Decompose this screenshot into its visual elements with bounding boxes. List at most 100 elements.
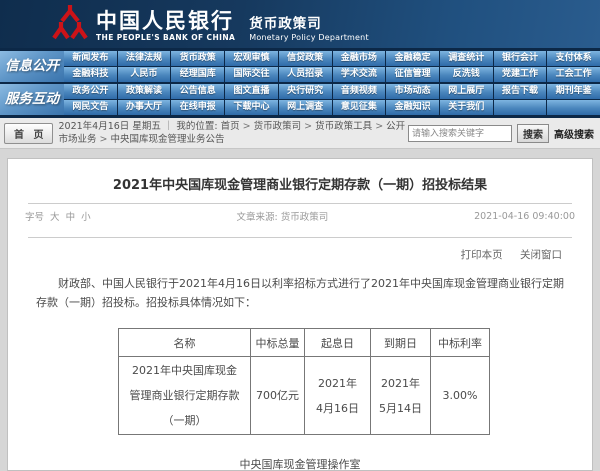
nav-item[interactable]: 央行研究: [279, 84, 332, 99]
table-header-cell: 中标总量: [251, 329, 305, 357]
font-size-medium[interactable]: 中: [66, 212, 76, 223]
breadcrumb-separator: >: [301, 121, 315, 132]
advanced-search-link[interactable]: 高级搜索: [554, 126, 594, 141]
nav-item[interactable]: 支付体系: [547, 51, 600, 66]
nav-item[interactable]: 国际交往: [225, 67, 278, 82]
nav-item[interactable]: 新闻发布: [64, 51, 117, 66]
nav-item[interactable]: 货币政策: [171, 51, 224, 66]
department-name-cn: 货币政策司: [249, 17, 369, 32]
signature: 中央国库现金管理操作室: [8, 456, 592, 471]
breadcrumb-bar: 首 页 2021年4月16日 星期五 ｜ 我的位置: 首页 > 货币政策司 > …: [0, 118, 600, 149]
bank-name-cn: 中国人民银行: [96, 10, 235, 32]
nav-item[interactable]: 期刊年鉴: [547, 84, 600, 99]
close-window-link[interactable]: 关闭窗口: [520, 249, 562, 261]
search-area: 搜索 高级搜索: [408, 124, 594, 143]
nav-item[interactable]: 下载中心: [225, 100, 278, 115]
date-text: 2021年4月16日 星期五: [58, 121, 160, 132]
nav-item[interactable]: 经理国库: [171, 67, 224, 82]
font-size-label: 字号: [25, 212, 44, 223]
nav-item[interactable]: 人员招录: [279, 67, 332, 82]
article-datetime: 2021-04-16 09:40:00: [474, 211, 575, 222]
site-header: 中国人民银行 THE PEOPLE'S BANK OF CHINA 货币政策司 …: [0, 0, 600, 48]
nav-section-services: 服务互动 政务公开政策解读公告信息图文直播央行研究音频视频市场动态网上展厅报告下…: [0, 84, 600, 115]
table-header-cell: 到期日: [371, 329, 431, 357]
table-cell: 700亿元: [251, 357, 305, 435]
auction-results-table: 名称中标总量起息日到期日中标利率 2021年中央国库现金 管理商业银行定期存款 …: [118, 328, 490, 435]
department-block: 货币政策司 Monetary Policy Department: [249, 17, 369, 42]
nav-item[interactable]: 法律法规: [118, 51, 171, 66]
nav-item[interactable]: 工会工作: [547, 67, 600, 82]
page-title: 2021年中央国库现金管理商业银行定期存款（一期）招投标结果: [8, 174, 592, 193]
nav-item[interactable]: 金融知识: [386, 100, 439, 115]
nav-item[interactable]: 信贷政策: [279, 51, 332, 66]
nav-item[interactable]: 党建工作: [494, 67, 547, 82]
nav-item[interactable]: 网上展厅: [440, 84, 493, 99]
table-cell: 2021年 5月14日: [371, 357, 431, 435]
nav-item[interactable]: 音频视频: [333, 84, 386, 99]
location-label: 我的位置: 首页: [176, 121, 239, 132]
breadcrumb-separator: >: [97, 134, 111, 145]
nav-item[interactable]: 征信管理: [386, 67, 439, 82]
table-cell: 2021年中央国库现金 管理商业银行定期存款 （一期）: [119, 357, 251, 435]
nav-item[interactable]: 办事大厅: [118, 100, 171, 115]
nav-item[interactable]: 市场动态: [386, 84, 439, 99]
nav-items-services: 政务公开政策解读公告信息图文直播央行研究音频视频市场动态网上展厅报告下载期刊年鉴…: [64, 84, 600, 115]
nav-item[interactable]: 人民币: [118, 67, 171, 82]
search-input[interactable]: [408, 125, 512, 142]
nav-item[interactable]: 网民文告: [64, 100, 117, 115]
breadcrumb-separator: >: [240, 121, 254, 132]
nav-item[interactable]: 调查统计: [440, 51, 493, 66]
breadcrumb-link[interactable]: 货币政策工具: [315, 121, 372, 132]
department-name-en: Monetary Policy Department: [249, 33, 369, 42]
nav-item[interactable]: 关于我们: [440, 100, 493, 115]
nav-label-info-disclosure[interactable]: 信息公开: [0, 51, 64, 82]
bank-name-en: THE PEOPLE'S BANK OF CHINA: [96, 33, 235, 42]
nav-item[interactable]: 反洗钱: [440, 67, 493, 82]
search-button[interactable]: 搜索: [517, 124, 549, 143]
nav-item[interactable]: 图文直播: [225, 84, 278, 99]
nav-item[interactable]: 学术交流: [333, 67, 386, 82]
pboc-logo-icon: [52, 4, 88, 40]
table-row: 2021年中央国库现金 管理商业银行定期存款 （一期）700亿元2021年 4月…: [119, 357, 490, 435]
breadcrumb-divider: ｜: [164, 121, 174, 132]
nav-item: [547, 100, 600, 115]
font-size-large[interactable]: 大: [50, 212, 60, 223]
article-source: 文章来源: 货币政策司: [91, 209, 474, 223]
breadcrumb: 2021年4月16日 星期五 ｜ 我的位置: 首页 > 货币政策司 > 货币政策…: [58, 121, 408, 146]
nav-item[interactable]: 报告下载: [494, 84, 547, 99]
font-size-small[interactable]: 小: [81, 212, 91, 223]
nav-item[interactable]: 公告信息: [171, 84, 224, 99]
nav-items-info-disclosure: 新闻发布法律法规货币政策宏观审慎信贷政策金融市场金融稳定调查统计银行会计支付体系…: [64, 51, 600, 82]
article-card: 2021年中央国库现金管理商业银行定期存款（一期）招投标结果 字号 大 中 小 …: [7, 158, 593, 471]
nav-item[interactable]: 在线申报: [171, 100, 224, 115]
nav-item[interactable]: 金融科技: [64, 67, 117, 82]
table-cell: 3.00%: [431, 357, 490, 435]
table-header-cell: 名称: [119, 329, 251, 357]
table-cell: 2021年 4月16日: [305, 357, 371, 435]
page-actions: 打印本页 关闭窗口: [8, 238, 592, 262]
table-header-row: 名称中标总量起息日到期日中标利率: [119, 329, 490, 357]
breadcrumb-link[interactable]: 中央国库现金管理业务公告: [111, 134, 225, 145]
nav-item[interactable]: 政务公开: [64, 84, 117, 99]
breadcrumb-link[interactable]: 货币政策司: [254, 121, 302, 132]
bank-name-block: 中国人民银行 THE PEOPLE'S BANK OF CHINA: [96, 10, 235, 42]
main-nav: 信息公开 新闻发布法律法规货币政策宏观审慎信贷政策金融市场金融稳定调查统计银行会…: [0, 48, 600, 118]
article-meta: 字号 大 中 小 文章来源: 货币政策司 2021-04-16 09:40:00: [8, 204, 592, 227]
font-size-selector: 字号 大 中 小: [25, 209, 91, 223]
nav-item[interactable]: 网上调查: [279, 100, 332, 115]
nav-item[interactable]: 金融稳定: [386, 51, 439, 66]
nav-label-services[interactable]: 服务互动: [0, 84, 64, 115]
print-page-link[interactable]: 打印本页: [461, 249, 503, 261]
nav-item[interactable]: 宏观审慎: [225, 51, 278, 66]
table-header-cell: 中标利率: [431, 329, 490, 357]
nav-item[interactable]: 意见征集: [333, 100, 386, 115]
table-header-cell: 起息日: [305, 329, 371, 357]
home-button[interactable]: 首 页: [4, 123, 53, 144]
nav-item: [494, 100, 547, 115]
article-paragraph: 财政部、中国人民银行于2021年4月16日以利率招标方式进行了2021年中央国库…: [36, 274, 564, 312]
nav-item[interactable]: 金融市场: [333, 51, 386, 66]
nav-section-info-disclosure: 信息公开 新闻发布法律法规货币政策宏观审慎信贷政策金融市场金融稳定调查统计银行会…: [0, 51, 600, 82]
nav-item[interactable]: 政策解读: [118, 84, 171, 99]
nav-item[interactable]: 银行会计: [494, 51, 547, 66]
breadcrumb-separator: >: [372, 121, 386, 132]
